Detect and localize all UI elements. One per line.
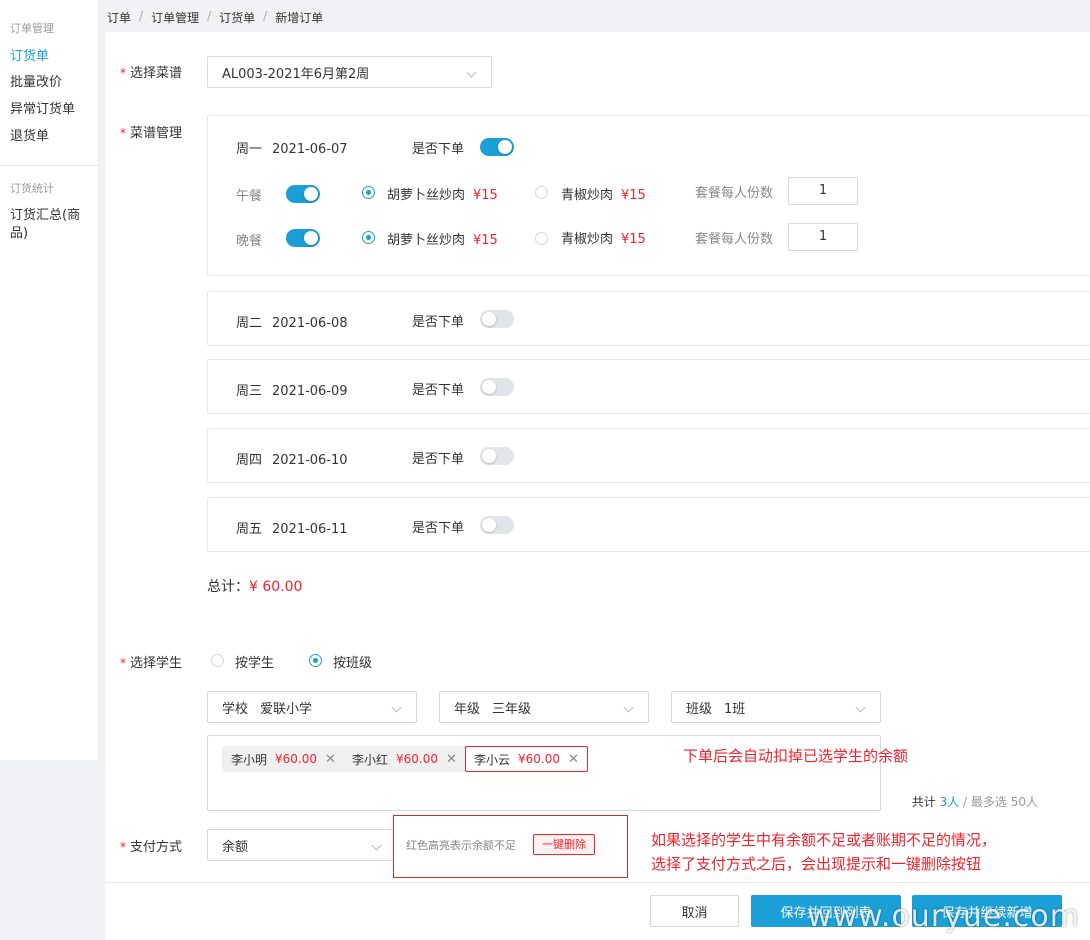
radio-by-student[interactable] <box>211 654 224 667</box>
breadcrumb-item[interactable]: 订单管理 <box>151 9 199 26</box>
menu-label: * 选择菜谱 <box>120 66 183 81</box>
sidebar-item-batch-price[interactable]: 批量改价 <box>0 74 98 92</box>
sidebar-group-order: 订单管理 <box>10 22 54 35</box>
option-label: 胡萝卜丝炒肉 ¥15 <box>387 233 498 248</box>
day-card-wed: 周三 2021-06-09 是否下单 <box>207 359 1090 414</box>
order-switch[interactable] <box>480 378 514 396</box>
breadcrumb-item[interactable]: 订单 <box>107 9 131 26</box>
chevron-down-icon <box>466 67 477 78</box>
save-continue-button[interactable]: 保存并继续新增 <box>912 895 1062 927</box>
by-class-label: 按班级 <box>333 656 373 671</box>
payment-select[interactable]: 余额 <box>207 829 397 861</box>
chevron-down-icon <box>855 702 866 713</box>
order-label: 是否下单 <box>412 452 465 467</box>
order-switch[interactable] <box>480 138 514 156</box>
sidebar-divider <box>0 165 98 166</box>
save-return-button[interactable]: 保存并回到列表 <box>751 895 901 927</box>
sidebar: 订单管理 订货单 批量改价 异常订货单 退货单 订货统计 订货汇总(商品) <box>0 0 98 760</box>
meal-label-lunch: 午餐 <box>236 189 263 204</box>
day-card-thu: 周四 2021-06-10 是否下单 <box>207 428 1090 483</box>
day-title: 周三 2021-06-09 <box>236 384 348 399</box>
sidebar-item-return[interactable]: 退货单 <box>0 128 98 146</box>
sidebar-item-order-summary[interactable]: 订货汇总(商品) <box>0 207 98 243</box>
cancel-button[interactable]: 取消 <box>650 895 739 927</box>
student-tag: 李小明 ¥60.00 ✕ <box>222 746 345 772</box>
portion-input[interactable]: 1 <box>788 177 858 205</box>
breadcrumb-current: 新增订单 <box>275 11 324 25</box>
day-card-tue: 周二 2021-06-08 是否下单 <box>207 291 1090 346</box>
portion-label: 套餐每人份数 <box>695 232 774 247</box>
close-icon[interactable]: ✕ <box>568 752 579 767</box>
by-student-label: 按学生 <box>235 656 275 671</box>
footer-bar: 取消 保存并回到列表 保存并继续新增 <box>105 882 1090 940</box>
radio-by-class[interactable] <box>309 654 322 667</box>
day-title: 周一 2021-06-07 <box>236 142 348 157</box>
student-label: * 选择学生 <box>120 656 183 671</box>
warning-text: 红色高亮表示余额不足 <box>406 839 516 852</box>
sidebar-item-abnormal-order[interactable]: 异常订货单 <box>0 101 98 119</box>
day-title: 周二 2021-06-08 <box>236 316 348 331</box>
option-label: 胡萝卜丝炒肉 ¥15 <box>387 188 498 203</box>
radio-option[interactable] <box>535 186 548 199</box>
chevron-down-icon <box>371 840 382 851</box>
order-label: 是否下单 <box>412 142 465 157</box>
lunch-switch[interactable] <box>286 185 320 203</box>
radio-option[interactable] <box>535 232 548 245</box>
day-title: 周五 2021-06-11 <box>236 522 348 537</box>
total: 总计：¥ 60.00 <box>207 579 303 595</box>
order-label: 是否下单 <box>412 383 465 398</box>
option-label: 青椒炒肉 ¥15 <box>561 232 646 247</box>
school-select[interactable]: 学校 爱联小学 <box>207 691 417 723</box>
order-label: 是否下单 <box>412 521 465 536</box>
one-click-delete-button[interactable]: 一键删除 <box>533 834 595 855</box>
day-card-fri: 周五 2021-06-11 是否下单 <box>207 497 1090 552</box>
main-panel: * 选择菜谱 AL003-2021年6月第2周 * 菜谱管理 周一 2021-06-0… <box>105 32 1090 940</box>
menu-select[interactable]: AL003-2021年6月第2周 <box>207 56 492 88</box>
breadcrumb-item[interactable]: 订货单 <box>219 9 255 26</box>
deduct-note: 下单后会自动扣掉已选学生的余额 <box>683 747 909 765</box>
breadcrumb: 订单 / 订单管理 / 订货单 / 新增订单 <box>107 9 324 26</box>
dinner-switch[interactable] <box>286 229 320 247</box>
warn-note-line1: 如果选择的学生中有余额不足或者账期不足的情况， <box>651 831 997 849</box>
portion-label: 套餐每人份数 <box>695 186 774 201</box>
chevron-down-icon <box>623 702 634 713</box>
order-switch[interactable] <box>480 516 514 534</box>
radio-option[interactable] <box>362 186 375 199</box>
grade-select[interactable]: 年级 三年级 <box>439 691 649 723</box>
meal-label-dinner: 晚餐 <box>236 234 263 249</box>
class-select[interactable]: 班级 1班 <box>671 691 881 723</box>
order-switch[interactable] <box>480 447 514 465</box>
radio-option[interactable] <box>362 231 375 244</box>
day-title: 周四 2021-06-10 <box>236 453 348 468</box>
order-switch[interactable] <box>480 310 514 328</box>
menu-mgmt-label: * 菜谱管理 <box>120 126 183 141</box>
day-card-mon: 周一 2021-06-07 是否下单 午餐 胡萝卜丝炒肉 ¥15 青椒炒肉 ¥15 套… <box>207 115 1090 276</box>
sidebar-item-order-sheet[interactable]: 订货单 <box>0 48 98 66</box>
sidebar-group-stats: 订货统计 <box>10 182 54 195</box>
payment-label: * 支付方式 <box>120 840 183 855</box>
warn-note-line2: 选择了支付方式之后，会出现提示和一键删除按钮 <box>651 855 982 873</box>
student-tag: 李小红 ¥60.00 ✕ <box>343 746 466 772</box>
chevron-down-icon <box>391 702 402 713</box>
close-icon[interactable]: ✕ <box>325 752 336 767</box>
student-count: 共计 3人 / 最多选 50人 <box>911 795 1038 809</box>
close-icon[interactable]: ✕ <box>446 752 457 767</box>
portion-input[interactable]: 1 <box>788 223 858 251</box>
option-label: 青椒炒肉 ¥15 <box>561 188 646 203</box>
student-tag-insufficient: 李小云 ¥60.00 ✕ <box>465 746 588 772</box>
balance-warning-box: 红色高亮表示余额不足 一键删除 <box>393 815 628 878</box>
order-label: 是否下单 <box>412 315 465 330</box>
